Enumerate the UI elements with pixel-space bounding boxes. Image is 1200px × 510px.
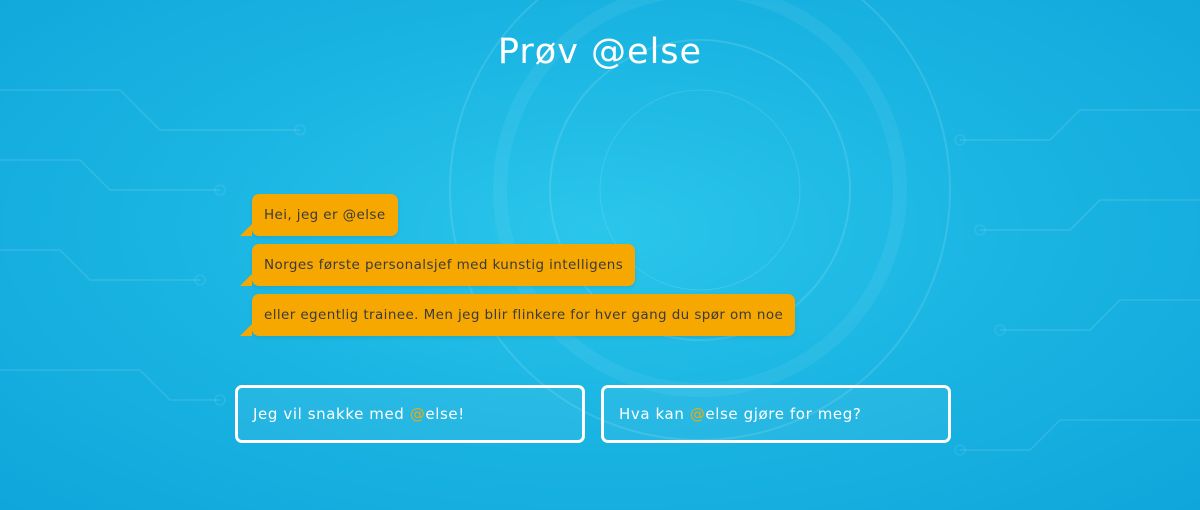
chat-bubble: Norges første personalsjef med kunstig i…	[239, 244, 636, 286]
choice-text: else!	[425, 405, 465, 423]
at-symbol: @	[409, 405, 426, 423]
chat-bubble: eller egentlig trainee. Men jeg blir fli…	[239, 294, 796, 336]
page-title: Prøv @else	[497, 32, 703, 72]
choice-text: Hva kan	[619, 405, 690, 423]
chat-bubble: Hei, jeg er @else	[240, 194, 398, 236]
choice-text: Jeg vil snakke med	[253, 405, 410, 423]
at-symbol: @	[689, 405, 706, 423]
talk-to-else-button[interactable]: Jeg vil snakke med @else!	[235, 385, 585, 443]
choice-text: else gjøre for meg?	[705, 405, 862, 423]
what-can-else-do-button[interactable]: Hva kan @else gjøre for meg?	[601, 385, 951, 443]
